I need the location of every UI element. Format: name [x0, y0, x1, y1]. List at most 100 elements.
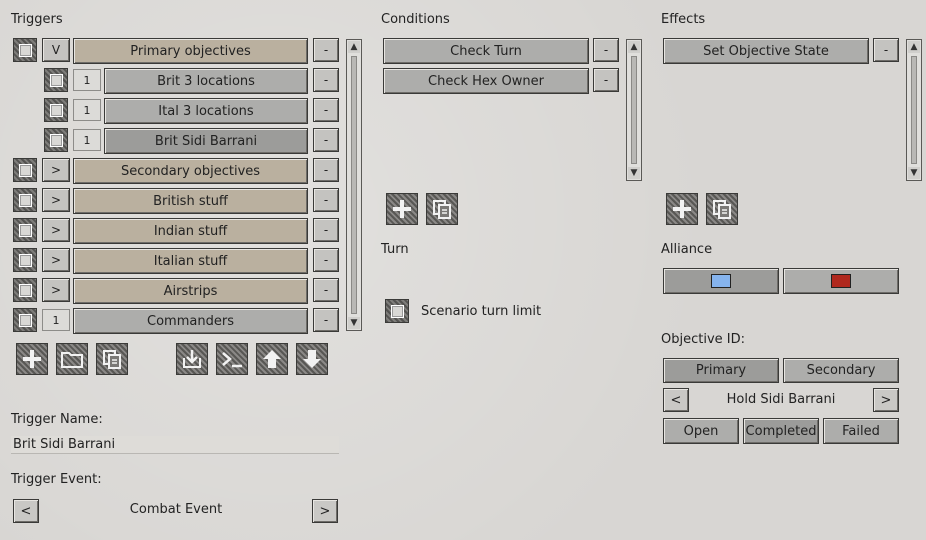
objective-secondary-tab[interactable]: Secondary: [783, 358, 899, 383]
trigger-row-label[interactable]: Brit Sidi Barrani: [104, 128, 308, 154]
scroll-track[interactable]: [631, 56, 637, 164]
trigger-row-remove-button[interactable]: -: [313, 308, 339, 332]
checkbox-box: [49, 133, 63, 147]
trigger-row-count: 1: [73, 99, 101, 121]
checkbox-box: [18, 43, 32, 57]
condition-remove-button[interactable]: -: [593, 38, 619, 62]
trigger-row-remove-button[interactable]: -: [313, 248, 339, 272]
objective-open-button[interactable]: Open: [663, 418, 739, 444]
trigger-name-input[interactable]: Brit Sidi Barrani: [11, 436, 339, 454]
trigger-row-label[interactable]: British stuff: [73, 188, 308, 214]
scroll-down-arrow-icon[interactable]: ▼: [348, 317, 360, 329]
trigger-row-checkbox[interactable]: [44, 98, 68, 122]
checkbox-box: [18, 163, 32, 177]
trigger-row-expand-toggle[interactable]: >: [42, 218, 70, 242]
trigger-event-prev-button[interactable]: <: [13, 499, 39, 523]
conditions-scrollbar[interactable]: ▲ ▼: [626, 39, 642, 181]
alliance-red-swatch: [831, 274, 851, 288]
trigger-row-label[interactable]: Commanders: [73, 308, 308, 334]
scroll-track[interactable]: [911, 56, 917, 164]
trigger-row-expand-toggle[interactable]: >: [42, 158, 70, 182]
trigger-row-checkbox[interactable]: [13, 38, 37, 62]
checkbox-box: [18, 223, 32, 237]
copy-effect-button[interactable]: [706, 193, 738, 225]
checkbox-box: [18, 313, 32, 327]
trigger-row-label[interactable]: Secondary objectives: [73, 158, 308, 184]
effects-scrollbar[interactable]: ▲ ▼: [906, 39, 922, 181]
trigger-event-value: Combat Event: [129, 502, 223, 517]
trigger-row-remove-button[interactable]: -: [313, 98, 339, 122]
trigger-row-label[interactable]: Ital 3 locations: [104, 98, 308, 124]
scroll-up-arrow-icon[interactable]: ▲: [908, 41, 920, 53]
trigger-row-checkbox[interactable]: [44, 128, 68, 152]
trigger-row-expand-toggle[interactable]: >: [42, 248, 70, 272]
scenario-turn-limit-checkbox[interactable]: [385, 299, 409, 323]
add-folder-button[interactable]: [56, 343, 88, 375]
arrow-up-icon: [263, 350, 281, 368]
turn-header: Turn: [381, 242, 409, 257]
condition-remove-button[interactable]: -: [593, 68, 619, 92]
trigger-event-next-button[interactable]: >: [312, 499, 338, 523]
trigger-row-expand-toggle[interactable]: >: [42, 188, 70, 212]
scroll-track[interactable]: [351, 56, 357, 314]
trigger-row-remove-button[interactable]: -: [313, 38, 339, 62]
triggers-header: Triggers: [11, 12, 63, 27]
trigger-row-checkbox[interactable]: [13, 308, 37, 332]
scroll-down-arrow-icon[interactable]: ▼: [908, 167, 920, 179]
trigger-row-expand-toggle[interactable]: >: [42, 278, 70, 302]
plus-icon: [23, 350, 41, 368]
trigger-row-remove-button[interactable]: -: [313, 68, 339, 92]
trigger-row-label[interactable]: Brit 3 locations: [104, 68, 308, 94]
copy-condition-button[interactable]: [426, 193, 458, 225]
move-up-button[interactable]: [256, 343, 288, 375]
trigger-row-label[interactable]: Italian stuff: [73, 248, 308, 274]
import-icon: [183, 350, 201, 368]
objective-failed-button[interactable]: Failed: [823, 418, 899, 444]
trigger-event-label: Trigger Event:: [11, 472, 102, 487]
add-trigger-button[interactable]: [16, 343, 48, 375]
add-condition-button[interactable]: [386, 193, 418, 225]
scroll-down-arrow-icon[interactable]: ▼: [628, 167, 640, 179]
trigger-row-remove-button[interactable]: -: [313, 158, 339, 182]
alliance-blue-button[interactable]: [663, 268, 779, 294]
trigger-row-label[interactable]: Indian stuff: [73, 218, 308, 244]
trigger-row-checkbox[interactable]: [13, 278, 37, 302]
objective-id-header: Objective ID:: [661, 332, 745, 347]
checkbox-box: [18, 283, 32, 297]
alliance-red-button[interactable]: [783, 268, 899, 294]
copy-trigger-button[interactable]: [96, 343, 128, 375]
trigger-row-remove-button[interactable]: -: [313, 188, 339, 212]
checkbox-box: [18, 193, 32, 207]
trigger-row-checkbox[interactable]: [13, 218, 37, 242]
condition-item[interactable]: Check Turn: [383, 38, 589, 64]
console-button[interactable]: [216, 343, 248, 375]
trigger-row-count: 1: [42, 309, 70, 331]
trigger-row-label[interactable]: Airstrips: [73, 278, 308, 304]
trigger-row-expand-toggle[interactable]: V: [42, 38, 70, 62]
checkbox-box: [49, 73, 63, 87]
condition-item[interactable]: Check Hex Owner: [383, 68, 589, 94]
objective-next-button[interactable]: >: [873, 388, 899, 412]
scroll-up-arrow-icon[interactable]: ▲: [348, 41, 360, 53]
objective-completed-button[interactable]: Completed: [743, 418, 819, 444]
trigger-row-checkbox[interactable]: [13, 188, 37, 212]
trigger-row-count: 1: [73, 69, 101, 91]
trigger-row-remove-button[interactable]: -: [313, 278, 339, 302]
trigger-row-checkbox[interactable]: [13, 158, 37, 182]
import-trigger-button[interactable]: [176, 343, 208, 375]
scroll-up-arrow-icon[interactable]: ▲: [628, 41, 640, 53]
alliance-blue-swatch: [711, 274, 731, 288]
trigger-row-checkbox[interactable]: [13, 248, 37, 272]
trigger-row-checkbox[interactable]: [44, 68, 68, 92]
objective-prev-button[interactable]: <: [663, 388, 689, 412]
trigger-row-remove-button[interactable]: -: [313, 128, 339, 152]
objective-primary-tab[interactable]: Primary: [663, 358, 779, 383]
effect-remove-button[interactable]: -: [873, 38, 899, 62]
move-down-button[interactable]: [296, 343, 328, 375]
trigger-row-remove-button[interactable]: -: [313, 218, 339, 242]
trigger-row-label[interactable]: Primary objectives: [73, 38, 308, 64]
copy-icon: [713, 200, 731, 219]
trigger-scrollbar[interactable]: ▲ ▼: [346, 39, 362, 331]
add-effect-button[interactable]: [666, 193, 698, 225]
effect-item[interactable]: Set Objective State: [663, 38, 869, 64]
